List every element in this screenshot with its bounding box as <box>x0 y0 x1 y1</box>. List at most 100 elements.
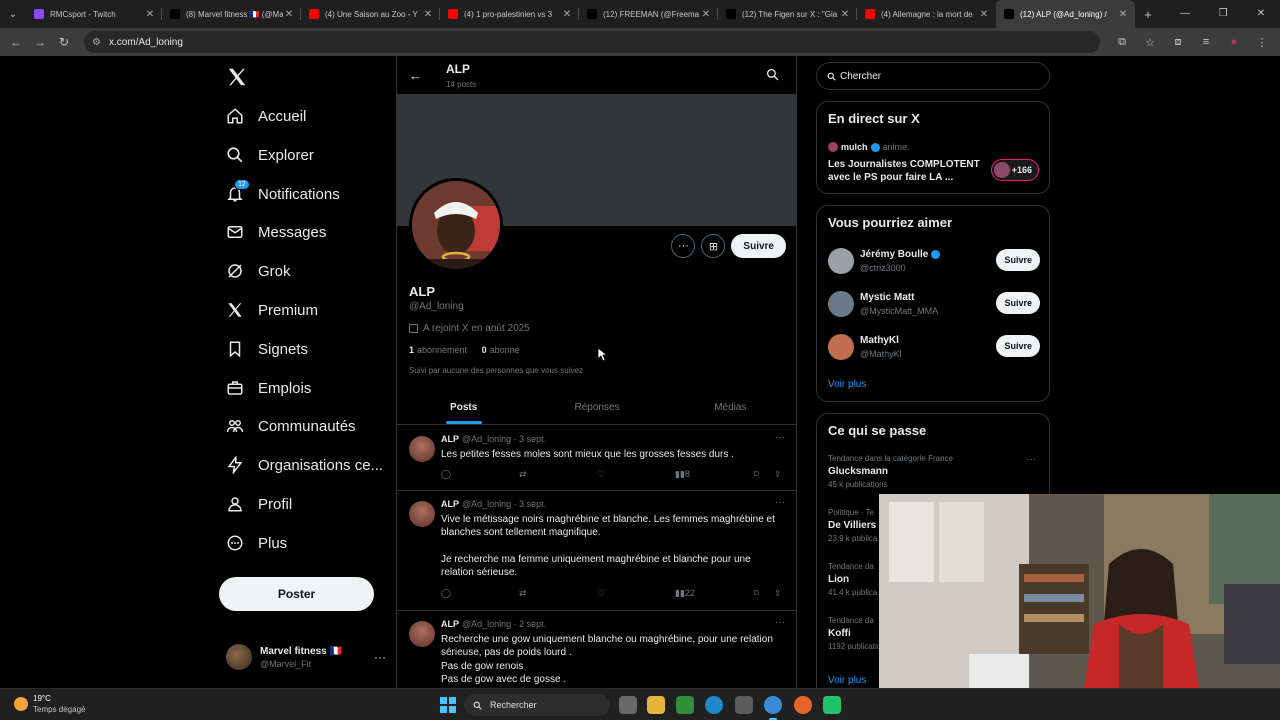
subscribe-icon[interactable]: ⊞ <box>701 234 726 258</box>
suggestion-item[interactable]: Mystic Matt @MysticMatt_MMA Suivre <box>828 290 1040 320</box>
sidebar-item-organisations-ce[interactable]: Organisations ce... <box>226 450 383 480</box>
maximize-icon[interactable]: ❐ <box>1204 0 1242 28</box>
avatar[interactable] <box>828 334 854 360</box>
bookmark-icon[interactable]: ⌑ <box>754 469 759 480</box>
nvidia-icon[interactable] <box>676 696 694 714</box>
minimize-icon[interactable]: — <box>1166 0 1204 28</box>
close-window-icon[interactable]: ✕ <box>1242 0 1280 28</box>
follow-button[interactable]: Suivre <box>996 292 1040 314</box>
back-arrow-icon[interactable]: ← <box>4 35 28 49</box>
browser-tab[interactable]: (12) The Figen sur X : "Gia ✕ <box>718 0 857 28</box>
sidebar-item-premium[interactable]: Premium <box>226 295 318 325</box>
tab-replies[interactable]: Réponses <box>530 391 663 424</box>
close-tab-icon[interactable]: ✕ <box>561 9 573 20</box>
profile-avatar[interactable] <box>409 178 503 272</box>
close-tab-icon[interactable]: ✕ <box>144 9 156 20</box>
more-dots-icon[interactable]: ··· <box>775 497 785 508</box>
reload-icon[interactable]: ↻ <box>52 35 76 49</box>
follow-button[interactable]: Suivre <box>731 234 786 258</box>
sidebar-item-emplois[interactable]: Emplois <box>226 373 311 403</box>
following-link[interactable]: 1 abonnement <box>409 345 467 355</box>
browser-tab[interactable]: RMCsport - Twitch ✕ <box>26 0 162 28</box>
views-icon[interactable]: ▮▮ 22 <box>675 588 695 599</box>
sidebar-item-plus[interactable]: Plus <box>226 528 287 558</box>
search-input[interactable]: Chercher <box>816 62 1050 90</box>
tweet[interactable]: ALP @Ad_loning · 3 sept. ··· Les petites fe… <box>397 426 796 491</box>
browser-menu-icon[interactable]: ⋮ <box>1248 36 1276 49</box>
live-host[interactable]: mulch anime. <box>828 142 910 152</box>
site-info-icon[interactable]: ⚙ <box>92 37 101 48</box>
install-icon[interactable]: ⧉ <box>1108 36 1136 49</box>
follow-button[interactable]: Suivre <box>996 335 1040 357</box>
trend-item[interactable]: Tendance dans la catégorie France Glucksm… <box>828 454 1040 489</box>
share-icon[interactable]: ⇪ <box>774 588 782 599</box>
address-bar[interactable]: ⚙ x.com/Ad_loning <box>84 31 1100 53</box>
suggestion-item[interactable]: Jérémy Boulle @ctriz3000 Suivre <box>828 247 1040 277</box>
sidebar-item-accueil[interactable]: Accueil <box>226 101 306 131</box>
avatar[interactable] <box>409 501 435 527</box>
followers-link[interactable]: 0 abonné <box>482 345 520 355</box>
retweet-icon[interactable]: ⇄ <box>519 469 527 480</box>
windows-start-icon[interactable] <box>440 697 456 713</box>
forward-arrow-icon[interactable]: → <box>28 35 52 49</box>
share-icon[interactable]: ⇪ <box>774 469 782 480</box>
more-dots-icon[interactable]: ··· <box>374 650 386 664</box>
search-icon[interactable] <box>766 68 779 81</box>
taskbar-search[interactable]: Rechercher <box>464 694 610 716</box>
more-options-button[interactable]: ··· <box>671 234 696 258</box>
sidebar-item-explorer[interactable]: Explorer <box>226 140 314 170</box>
tweet[interactable]: ALP @Ad_loning · 3 sept. ··· Vive le métiss… <box>397 491 796 611</box>
follow-button[interactable]: Suivre <box>996 249 1040 271</box>
avatar[interactable] <box>828 291 854 317</box>
suggestion-item[interactable]: MathyKl @MathyKl Suivre <box>828 333 1040 363</box>
extensions-icon[interactable]: ⧈ <box>1164 36 1192 49</box>
views-icon[interactable]: ▮▮ 8 <box>675 469 690 480</box>
tweet[interactable]: ALP @Ad_loning · 2 sept. ··· Recherche une … <box>397 611 796 688</box>
tab-media[interactable]: Médias <box>664 391 796 424</box>
live-stream-title[interactable]: Les Journalistes COMPLOTENT avec le PS p… <box>828 158 988 184</box>
file-explorer-icon[interactable] <box>647 696 665 714</box>
like-icon[interactable]: ♡ <box>597 588 605 599</box>
more-dots-icon[interactable]: ··· <box>775 617 785 628</box>
weather-widget[interactable]: 19°C Temps dégagé <box>14 694 85 714</box>
browser-tab[interactable]: (12) FREEMAN (@Freema ✕ <box>579 0 718 28</box>
media-icon[interactable]: ≡ <box>1192 36 1220 49</box>
close-tab-icon[interactable]: ✕ <box>283 9 295 20</box>
avatar[interactable] <box>409 436 435 462</box>
tab-posts[interactable]: Posts <box>397 391 530 424</box>
suggestions-more-link[interactable]: Voir plus <box>828 379 866 390</box>
more-dots-icon[interactable]: ··· <box>1026 454 1036 465</box>
sidebar-item-messages[interactable]: Messages <box>226 217 326 247</box>
profile-icon[interactable]: ● <box>1220 36 1248 49</box>
firefox-icon[interactable] <box>794 696 812 714</box>
reply-icon[interactable]: ◯ <box>441 588 451 599</box>
more-dots-icon[interactable]: ··· <box>775 432 785 443</box>
reply-icon[interactable]: ◯ <box>441 469 451 480</box>
browser-tab[interactable]: (4) Allemagne : la mort de ✕ <box>857 0 996 28</box>
post-button[interactable]: Poster <box>219 577 374 611</box>
sidebar-item-grok[interactable]: Grok <box>226 256 291 286</box>
trends-more-link[interactable]: Voir plus <box>828 675 866 686</box>
live-listeners-badge[interactable]: +166 <box>990 159 1039 181</box>
tweet-author[interactable]: ALP <box>441 619 459 629</box>
browser-tab[interactable]: (4) 1 pro-palestinien vs 3 ✕ <box>440 0 579 28</box>
close-tab-icon[interactable]: ✕ <box>978 9 990 20</box>
sidebar-item-communaut-s[interactable]: Communautés <box>226 411 356 441</box>
close-tab-icon[interactable]: ✕ <box>839 9 851 20</box>
avatar[interactable] <box>828 248 854 274</box>
sidebar-item-signets[interactable]: Signets <box>226 334 308 364</box>
close-tab-icon[interactable]: ✕ <box>1117 9 1129 20</box>
app-icon[interactable] <box>823 696 841 714</box>
task-view-icon[interactable] <box>619 696 637 714</box>
tweet-author[interactable]: ALP <box>441 499 459 509</box>
x-logo-icon[interactable] <box>226 66 248 88</box>
tab-search-icon[interactable]: ⌄ <box>0 0 26 28</box>
browser-tab[interactable]: (8) Marvel fitness 🇫🇷 (@Ma ✕ <box>162 0 301 28</box>
retweet-icon[interactable]: ⇄ <box>519 588 527 599</box>
close-tab-icon[interactable]: ✕ <box>700 9 712 20</box>
back-arrow-icon[interactable]: ← <box>409 68 422 83</box>
like-icon[interactable]: ♡ <box>597 469 605 480</box>
sidebar-item-profil[interactable]: Profil <box>226 489 292 519</box>
new-tab-button[interactable]: + <box>1135 7 1161 22</box>
edge-icon[interactable] <box>705 696 723 714</box>
